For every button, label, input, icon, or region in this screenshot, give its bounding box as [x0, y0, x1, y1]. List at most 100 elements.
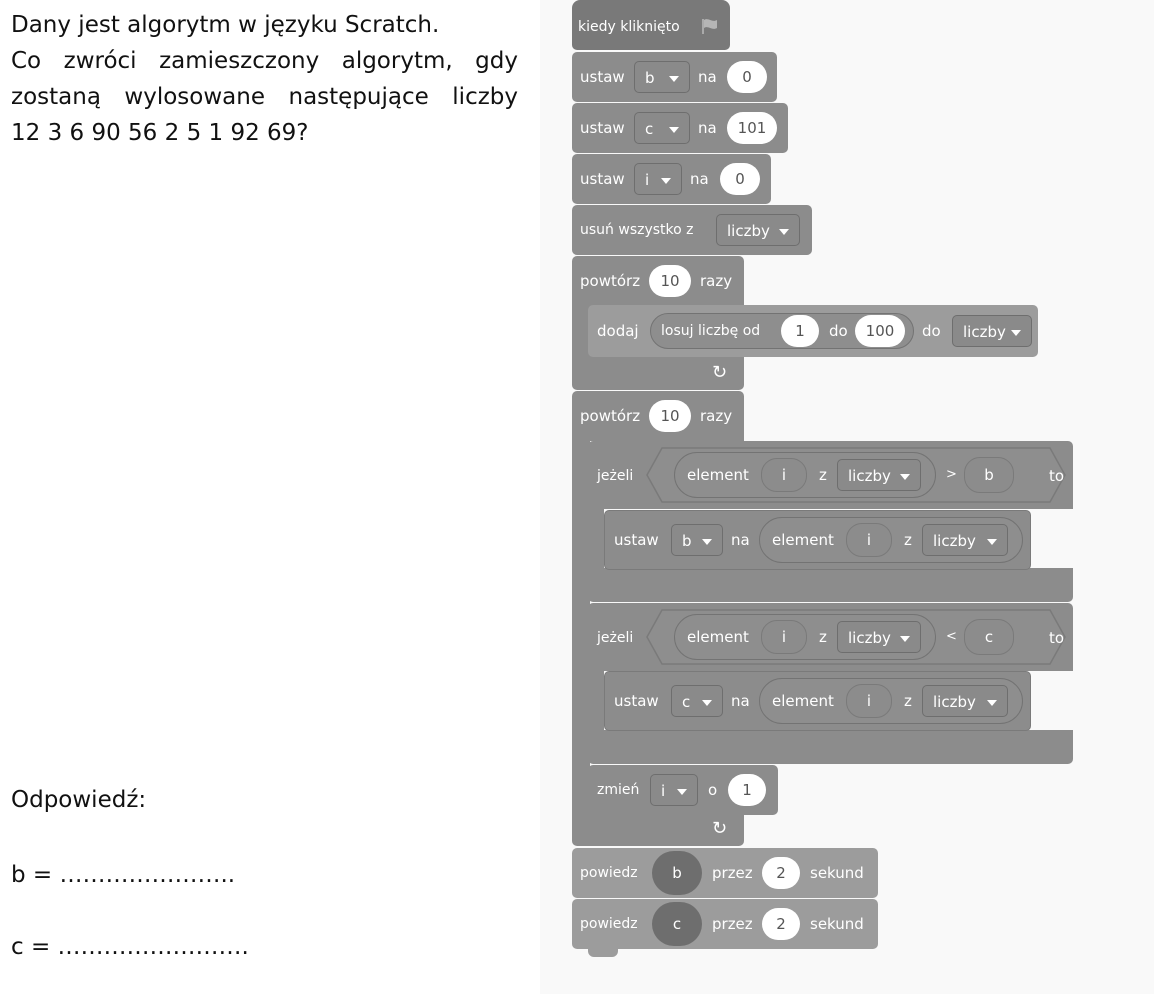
na-label: na	[731, 692, 750, 710]
repeat-block-2[interactable]: powtórz 10 razy	[572, 391, 744, 441]
add-to-list-block[interactable]: dodaj losuj liczbę od 1 do 100 do liczby	[588, 305, 1038, 357]
var-dropdown-b[interactable]: b	[671, 524, 723, 556]
task-text: Dany jest algorytm w języku Scratch. Co …	[11, 7, 518, 151]
if-keyword: jeżeli	[597, 630, 634, 646]
operator-label: <	[946, 629, 957, 644]
var-dropdown-b[interactable]: b	[634, 61, 690, 93]
list-name: liczby	[848, 629, 891, 647]
set-keyword: ustaw	[580, 170, 625, 188]
element-reporter[interactable]: element i z liczby	[759, 517, 1023, 563]
element-label: element	[687, 628, 749, 646]
element-reporter[interactable]: element i z liczby	[759, 678, 1023, 724]
index-var[interactable]: i	[761, 620, 807, 654]
set-keyword: ustaw	[614, 531, 659, 549]
say-keyword: powiedz	[580, 916, 638, 932]
z-label: z	[819, 628, 827, 646]
say-var-reporter[interactable]: c	[652, 902, 702, 946]
value-input[interactable]: 0	[727, 61, 767, 93]
var-dropdown-c[interactable]: c	[671, 685, 723, 717]
value-input[interactable]: 101	[727, 112, 777, 144]
list-dropdown[interactable]: liczby	[837, 621, 921, 653]
list-dropdown[interactable]: liczby	[922, 524, 1008, 556]
say-seconds-input[interactable]: 2	[762, 908, 800, 940]
z-label: z	[819, 466, 827, 484]
task-line-2: Co zwróci zamieszczony algorytm, gdy	[11, 48, 518, 74]
z-label: z	[904, 692, 912, 710]
repeat-block-1[interactable]: powtórz 10 razy	[572, 256, 744, 306]
change-i-block[interactable]: zmień i o 1	[588, 765, 778, 815]
green-flag-icon	[700, 17, 720, 39]
dropdown-caret-icon	[987, 700, 997, 706]
answer-label: Odpowiedź:	[11, 787, 147, 813]
random-reporter[interactable]: losuj liczbę od 1 do 100	[650, 313, 914, 349]
element-reporter[interactable]: element i z liczby	[674, 452, 936, 498]
element-label: element	[687, 466, 749, 484]
if-1-footer	[588, 568, 1073, 602]
dropdown-caret-icon	[669, 76, 679, 82]
list-dropdown[interactable]: liczby	[837, 459, 921, 491]
sekund-label: sekund	[810, 864, 864, 882]
compare-var[interactable]: c	[964, 619, 1014, 655]
compare-var[interactable]: b	[964, 457, 1014, 493]
przez-label: przez	[712, 864, 753, 882]
list-name: liczby	[848, 467, 891, 485]
if-block-2[interactable]: jeżeli element i z liczby < c to	[588, 603, 1073, 671]
answer-c-line: c = …………………….	[11, 934, 249, 960]
loop-arrow-icon: ↻	[712, 818, 728, 839]
index-var[interactable]: i	[846, 523, 892, 557]
random-from-input[interactable]: 1	[781, 315, 819, 347]
set-keyword: ustaw	[580, 119, 625, 137]
say-b-block[interactable]: powiedz b przez 2 sekund	[572, 848, 878, 898]
value-input[interactable]: 0	[720, 163, 760, 195]
set-b-block[interactable]: ustaw b na 0	[572, 52, 777, 102]
say-seconds-input[interactable]: 2	[762, 857, 800, 889]
set-c-block[interactable]: ustaw c na 101	[572, 103, 788, 153]
var-dropdown-c[interactable]: c	[634, 112, 690, 144]
loop-arrow-icon: ↻	[712, 362, 728, 383]
var-dropdown-i[interactable]: i	[650, 774, 698, 806]
operator-label: >	[946, 467, 957, 482]
var-dropdown-i[interactable]: i	[634, 163, 682, 195]
repeat-count-input[interactable]: 10	[649, 265, 691, 297]
razy-label: razy	[700, 407, 733, 425]
change-value-input[interactable]: 1	[728, 774, 766, 806]
przez-label: przez	[712, 915, 753, 933]
na-label: na	[698, 68, 717, 86]
list-dropdown[interactable]: liczby	[716, 214, 800, 246]
dropdown-caret-icon	[987, 539, 997, 545]
say-keyword: powiedz	[580, 865, 638, 881]
na-label: na	[731, 531, 750, 549]
do-label: do	[829, 322, 848, 340]
say-var-reporter[interactable]: b	[652, 851, 702, 895]
list-dropdown[interactable]: liczby	[952, 315, 1032, 347]
task-line-3: zostaną wylosowane następujące liczby	[11, 84, 518, 110]
set-i-block[interactable]: ustaw i na 0	[572, 154, 771, 204]
dropdown-caret-icon	[900, 636, 910, 642]
if-2-arm	[588, 667, 604, 739]
set-keyword: ustaw	[614, 692, 659, 710]
delete-all-block[interactable]: usuń wszystko z liczby	[572, 205, 812, 255]
index-var[interactable]: i	[761, 458, 807, 492]
index-var[interactable]: i	[846, 684, 892, 718]
na-label: na	[690, 170, 709, 188]
repeat-count-input[interactable]: 10	[649, 400, 691, 432]
if-block-1[interactable]: jeżeli element i z liczby > b to	[588, 441, 1073, 509]
list-name: liczby	[933, 693, 976, 711]
set-b-element-block[interactable]: ustaw b na element i z liczby	[604, 510, 1031, 570]
var-name: b	[645, 69, 655, 87]
list-name: liczby	[963, 323, 1006, 341]
random-to-input[interactable]: 100	[855, 315, 905, 347]
var-name: c	[645, 120, 654, 138]
repeat-keyword: powtórz	[580, 272, 641, 290]
set-c-element-block[interactable]: ustaw c na element i z liczby	[604, 671, 1031, 731]
dropdown-caret-icon	[677, 789, 687, 795]
list-dropdown[interactable]: liczby	[922, 685, 1008, 717]
element-reporter[interactable]: element i z liczby	[674, 614, 936, 660]
when-flag-clicked-block[interactable]: kiedy kliknięto	[572, 0, 730, 50]
repeat-keyword: powtórz	[580, 407, 641, 425]
delete-all-label: usuń wszystko z	[580, 222, 694, 238]
hat-label: kiedy kliknięto	[578, 19, 680, 35]
o-label: o	[708, 781, 718, 799]
say-c-block[interactable]: powiedz c przez 2 sekund	[572, 899, 878, 949]
answer-b-line: b = …………………..	[11, 862, 236, 888]
